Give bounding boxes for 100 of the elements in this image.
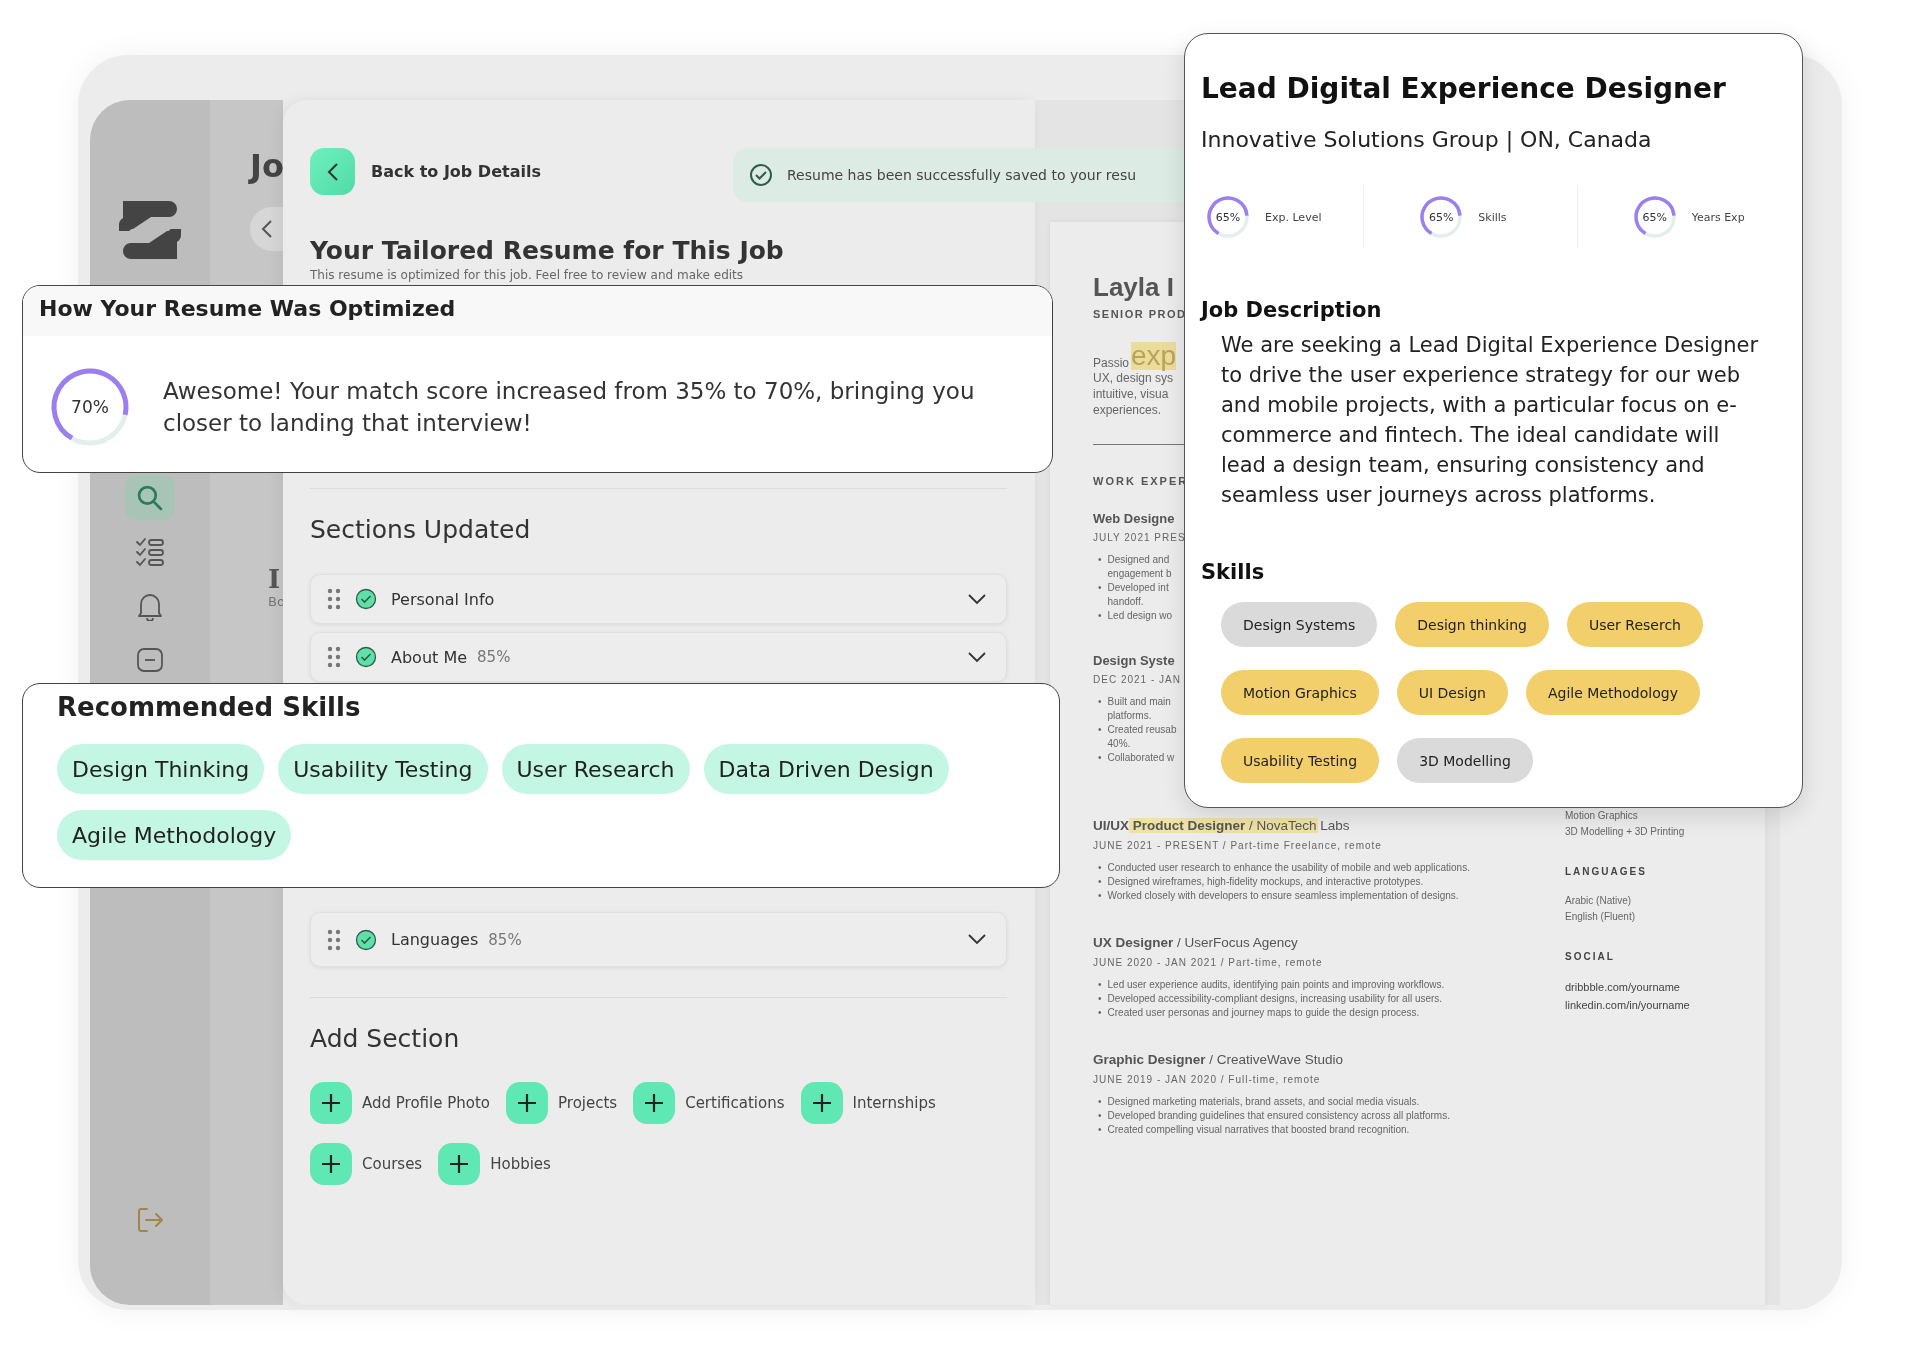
add-section-button[interactable]: Hobbies: [438, 1143, 551, 1185]
plus-icon: [438, 1143, 481, 1185]
back-link[interactable]: Back to Job Details: [371, 162, 541, 181]
section-name: Languages: [391, 930, 479, 949]
add-section-button[interactable]: Courses: [310, 1143, 423, 1185]
skill-tag: Design Systems: [1221, 602, 1378, 647]
skill-tag[interactable]: User Research: [501, 744, 690, 794]
skill-text: 3D Modelling + 3D Printing: [1565, 825, 1685, 839]
skill-tag[interactable]: Design Thinking: [57, 744, 265, 794]
metric-label: Years Exp: [1691, 210, 1745, 224]
bullet-text: • Created reusab 40%.: [1098, 723, 1177, 751]
back-button[interactable]: [250, 207, 283, 251]
bullet-text: • Created compelling visual narratives that boosted brand recognition.: [1098, 1123, 1411, 1137]
section-heading: Skills: [1201, 560, 1266, 584]
sidebar-item[interactable]: [125, 476, 175, 520]
skill-tag: UI Design: [1396, 670, 1508, 715]
skill-tag: Motion Graphics: [1221, 670, 1379, 715]
bullet-text: • Worked closely with developers to ensure seamless implementation of designs.: [1098, 889, 1460, 903]
company-location: Innovative Solutions Group | ON, Canada: [1201, 127, 1653, 152]
social-link[interactable]: linkedin.com/in/yourname: [1565, 996, 1690, 1014]
bullet-text: • Designed wireframes, high-fidelity mockups, and interactive prototypes.: [1098, 875, 1425, 889]
add-section-button[interactable]: Add Profile Photo: [310, 1082, 490, 1124]
score-message: Awesome! Your match score increased from 35% to 70%, bringing you closer to landing that interview!: [163, 377, 976, 438]
section-row[interactable]: Languages 85%: [310, 912, 1007, 967]
job-title: Lead Digital Experience Designer: [1201, 72, 1727, 105]
bullet-text: • Built and main platforms.: [1098, 695, 1171, 723]
drag-handle-icon[interactable]: [327, 588, 341, 610]
plus-icon: [310, 1143, 352, 1185]
chevron-down-icon[interactable]: [968, 934, 986, 945]
section-score: 85%: [488, 930, 522, 949]
job-dates: DEC 2021 - JAN: [1093, 674, 1181, 685]
job-dates: JUNE 2019 - JAN 2020 / Full-time, remote: [1093, 1074, 1322, 1085]
plus-icon: [310, 1082, 352, 1124]
drag-handle-icon[interactable]: [327, 646, 341, 668]
card-title: Recommended Skills: [57, 692, 362, 722]
resume-section-heading: LANGUAGES: [1565, 866, 1647, 877]
metric-label: Exp. Level: [1265, 210, 1322, 224]
skill-tag: Agile Methodology: [1525, 670, 1700, 715]
progress-ring: [1418, 194, 1465, 240]
job-description: We are seeking a Lead Digital Experience Designer to drive the user experience strategy for our web and mobile projects, with a particular focus on e-commerce and fintech. The ideal candidate will lead a design team, ensuring consistency and seamless user journeys across platforms.: [1221, 332, 1760, 509]
section-heading: Sections Updated: [310, 514, 532, 546]
score-value: 70%: [71, 397, 109, 417]
plus-icon: [506, 1082, 548, 1124]
metric-value: 65%: [1429, 210, 1454, 224]
toast-message: Resume has been successfully saved to your resu: [787, 167, 1137, 183]
bullet-text: • Collaborated w: [1098, 751, 1175, 765]
language-text: English (Fluent): [1565, 910, 1636, 924]
social-link[interactable]: dribbble.com/yourname: [1565, 978, 1680, 996]
progress-ring: [1205, 194, 1251, 240]
language-text: Arabic (Native): [1565, 894, 1632, 908]
card-title: How Your Resume Was Optimized: [39, 296, 456, 321]
metric-label: Skills: [1478, 210, 1507, 224]
skill-text: Motion Graphics: [1565, 809, 1638, 823]
metric-value: 65%: [1215, 210, 1241, 224]
search-icon: [137, 485, 163, 511]
plus-icon: [633, 1082, 676, 1124]
bullet-text: • Designed marketing materials, brand assets, and social media visuals.: [1098, 1095, 1421, 1109]
summary-text: UX, design sys: [1093, 371, 1174, 386]
job-title: Design Syste: [1093, 653, 1176, 668]
chevron-down-icon[interactable]: [968, 593, 986, 605]
bullet-text: • Led user experience audits, identifying pain points and improving workflows.: [1098, 978, 1446, 992]
chevron-down-icon[interactable]: [968, 651, 986, 663]
add-section-button[interactable]: Projects: [506, 1082, 618, 1124]
metric-value: 65%: [1642, 210, 1667, 224]
skill-tag: User Reserch: [1566, 602, 1703, 647]
back-button[interactable]: [310, 148, 355, 195]
add-section-button[interactable]: Certifications: [633, 1082, 785, 1124]
progress-ring: [1631, 194, 1678, 240]
job-heading: Graphic Designer / CreativeWave Studio: [1093, 1052, 1344, 1067]
message-icon: [135, 645, 165, 675]
job-title: Web Designe: [1093, 511, 1176, 526]
section-row[interactable]: Personal Info: [310, 574, 1007, 624]
skill-tag[interactable]: Agile Methodology: [57, 810, 292, 860]
bullet-text: • Developed accessibility-compliant designs, increasing usability for all users.: [1098, 992, 1444, 1006]
page-title: Your Tailored Resume for This Job: [310, 235, 785, 267]
bell-icon: [136, 591, 164, 621]
section-name: Personal Info: [391, 589, 495, 609]
plus-icon: [800, 1082, 843, 1124]
bullet-text: • Developed branding guidelines that ensured consistency across all platforms.: [1098, 1109, 1451, 1123]
drag-handle-icon[interactable]: [327, 928, 341, 951]
job-dates: JULY 2021 PRES: [1093, 532, 1186, 543]
bullet-text: • Developed int handoff.: [1098, 581, 1169, 609]
resume-name: Layla I: [1093, 271, 1174, 304]
job-dates: JUNE 2020 - JAN 2021 / Part-time, remote: [1093, 957, 1324, 968]
page-heading: Jo: [250, 147, 284, 185]
skill-tag[interactable]: Usability Testing: [278, 744, 488, 794]
checklist-icon: [134, 536, 166, 568]
bullet-text: • Led design wo: [1098, 609, 1172, 623]
highlighted-word: exp: [1131, 342, 1177, 370]
resume-section-heading: SOCIAL: [1565, 951, 1615, 962]
page-subtitle: This resume is optimized for this job. Feel free to review and make edits: [310, 268, 745, 282]
bullet-text: • Created user personas and journey maps to guide the design process.: [1098, 1006, 1421, 1020]
skill-tag[interactable]: Data Driven Design: [703, 744, 949, 794]
section-row[interactable]: About Me 85%: [310, 632, 1007, 682]
add-section-button[interactable]: Internships: [800, 1082, 936, 1124]
check-circle-icon: [749, 163, 773, 187]
row-title: I: [268, 564, 281, 594]
summary-text: experiences.: [1093, 402, 1162, 418]
section-score: 85%: [477, 648, 511, 666]
job-heading: UX Designer / UserFocus Agency: [1093, 935, 1298, 950]
